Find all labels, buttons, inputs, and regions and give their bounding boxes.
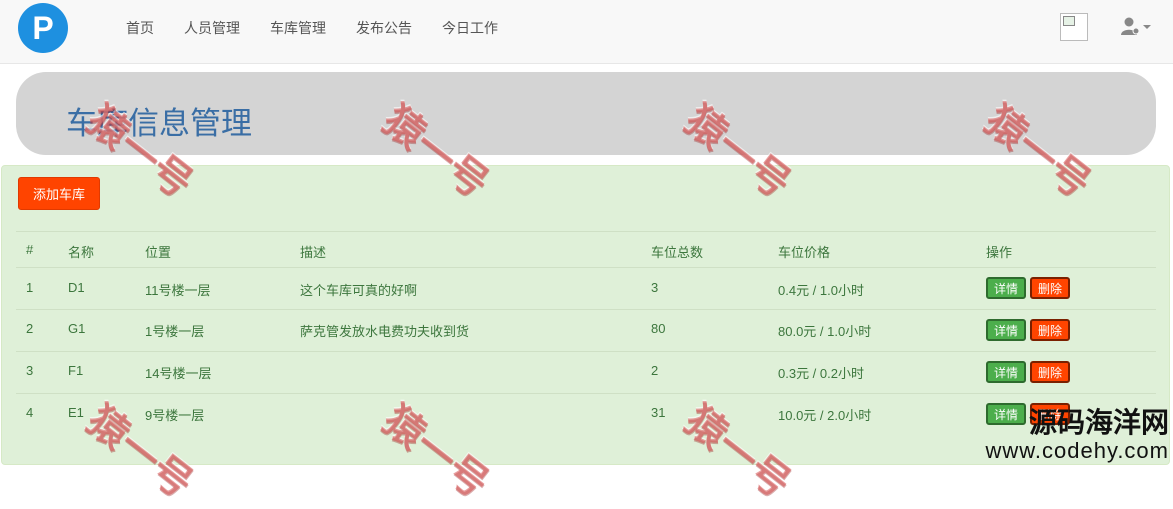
col-header-price: 车位价格 <box>778 245 831 260</box>
row-name: D1 <box>68 280 85 295</box>
nav-item-personnel[interactable]: 人员管理 <box>184 18 240 38</box>
navbar: P 首页 人员管理 车库管理 发布公告 今日工作 <box>0 0 1173 64</box>
row-name: G1 <box>68 321 86 336</box>
delete-button[interactable]: 删除 <box>1030 319 1070 341</box>
row-price: 10.0元 / 2.0小时 <box>778 408 872 423</box>
add-garage-button[interactable]: 添加车库 <box>18 177 100 210</box>
page-title: 车库信息管理 <box>66 106 252 141</box>
page-header: 车库信息管理 <box>16 72 1156 155</box>
row-index: 4 <box>26 405 34 420</box>
logo-letter: P <box>32 10 54 46</box>
nav-item-announcement[interactable]: 发布公告 <box>356 18 412 38</box>
broken-image-icon[interactable] <box>1060 13 1088 41</box>
row-price: 0.3元 / 0.2小时 <box>778 366 864 381</box>
nav-item-garage[interactable]: 车库管理 <box>270 18 326 38</box>
col-header-name: 名称 <box>68 245 95 260</box>
row-divider <box>16 351 1156 352</box>
delete-button[interactable]: 删除 <box>1030 403 1070 425</box>
user-settings-icon[interactable] <box>1120 15 1152 37</box>
delete-button[interactable]: 删除 <box>1030 361 1070 383</box>
table-header-border <box>16 267 1156 268</box>
row-name: F1 <box>68 363 84 378</box>
row-index: 3 <box>26 363 34 378</box>
row-total: 2 <box>651 363 659 378</box>
row-index: 1 <box>26 280 34 295</box>
row-price: 0.4元 / 1.0小时 <box>778 283 864 298</box>
detail-button[interactable]: 详情 <box>986 319 1026 341</box>
col-header-location: 位置 <box>145 245 172 260</box>
row-location: 14号楼一层 <box>145 366 212 381</box>
row-description: 这个车库可真的好啊 <box>300 283 418 298</box>
detail-button[interactable]: 详情 <box>986 403 1026 425</box>
col-header-total-spaces: 车位总数 <box>651 245 704 260</box>
col-header-index: # <box>26 242 34 257</box>
garage-panel: 添加车库 # 名称 位置 描述 车位总数 车位价格 操作 1 D1 11号楼一层… <box>1 165 1170 465</box>
row-divider <box>16 393 1156 394</box>
row-total: 31 <box>651 405 666 420</box>
row-divider <box>16 309 1156 310</box>
delete-button[interactable]: 删除 <box>1030 277 1070 299</box>
col-header-description: 描述 <box>300 245 327 260</box>
row-index: 2 <box>26 321 34 336</box>
row-total: 3 <box>651 280 659 295</box>
detail-button[interactable]: 详情 <box>986 277 1026 299</box>
table-top-border <box>16 231 1156 232</box>
row-total: 80 <box>651 321 666 336</box>
col-header-actions: 操作 <box>986 245 1013 260</box>
row-description: 萨克管发放水电费功夫收到货 <box>300 324 470 339</box>
nav-item-today-work[interactable]: 今日工作 <box>442 18 498 38</box>
row-price: 80.0元 / 1.0小时 <box>778 324 872 339</box>
row-location: 9号楼一层 <box>145 408 205 423</box>
nav-item-home[interactable]: 首页 <box>126 18 154 38</box>
row-location: 1号楼一层 <box>145 324 205 339</box>
row-location: 11号楼一层 <box>145 283 211 298</box>
detail-button[interactable]: 详情 <box>986 361 1026 383</box>
logo[interactable]: P <box>18 3 68 53</box>
row-name: E1 <box>68 405 84 420</box>
